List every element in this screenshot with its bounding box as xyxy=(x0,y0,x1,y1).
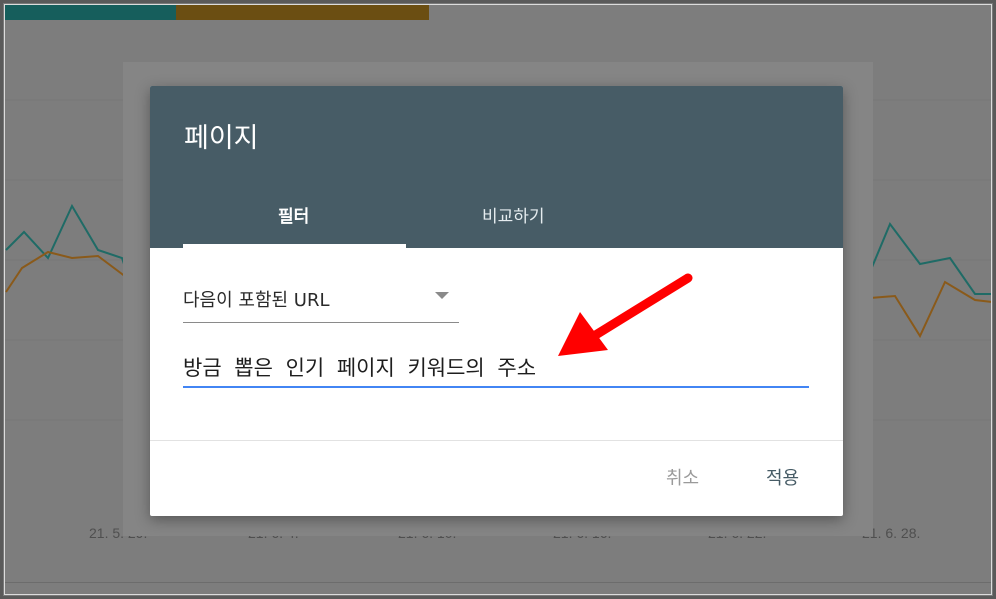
apply-button[interactable]: 적용 xyxy=(766,464,799,490)
match-type-value: 다음이 포함된 URL xyxy=(183,290,330,311)
page-filter-dialog: 페이지 필터 비교하기 다음이 포함된 URL 취소 적용 xyxy=(150,86,843,516)
dialog-header: 페이지 필터 비교하기 xyxy=(150,86,843,248)
dropdown-arrow-icon xyxy=(435,292,449,299)
dialog-title: 페이지 xyxy=(184,123,259,154)
tab-compare[interactable]: 비교하기 xyxy=(482,202,545,227)
dialog-footer-divider xyxy=(150,440,843,441)
url-filter-input[interactable] xyxy=(183,348,809,388)
match-type-select[interactable]: 다음이 포함된 URL xyxy=(183,276,459,323)
active-tab-indicator xyxy=(183,244,406,248)
background-divider xyxy=(4,582,992,583)
tab-filter[interactable]: 필터 xyxy=(278,202,309,227)
cancel-button[interactable]: 취소 xyxy=(666,464,699,490)
